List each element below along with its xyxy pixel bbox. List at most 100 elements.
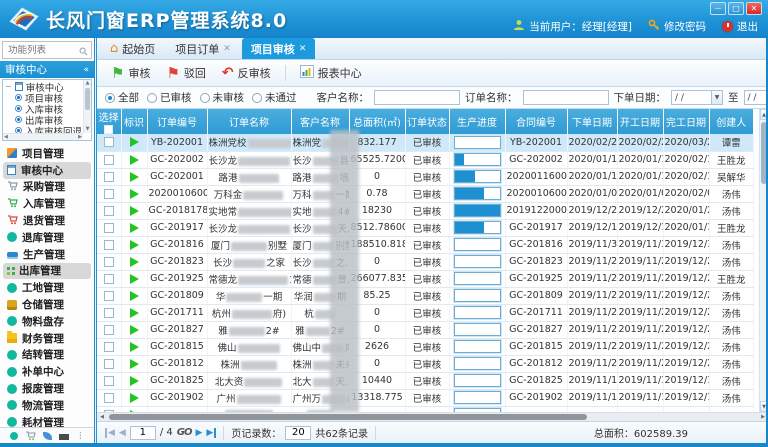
page-size-input[interactable]	[285, 426, 311, 440]
col-order-no[interactable]: 订单编号	[147, 109, 207, 134]
row-checkbox[interactable]	[104, 172, 114, 182]
sidebar-item-logistics-mgmt[interactable]: 物流管理	[0, 397, 94, 414]
sidebar-item-audit-center[interactable]: 审核中心	[3, 162, 91, 179]
row-checkbox[interactable]	[104, 155, 114, 165]
tab-close-icon[interactable]: ✕	[299, 44, 307, 54]
col-creator[interactable]: 创建人	[709, 109, 754, 134]
radio-unaudited[interactable]: 未审核	[200, 90, 245, 105]
dropdown-icon[interactable]: ▼	[711, 91, 722, 104]
row-checkbox[interactable]	[104, 206, 114, 216]
sidebar-item-finance-mgmt[interactable]: 财务管理	[0, 330, 94, 347]
tab-project-audit[interactable]: 项目审核✕	[242, 38, 316, 59]
last-page-button[interactable]: ▶	[206, 428, 216, 438]
sidebar-item-consumables-mgmt[interactable]: 耗材管理	[0, 414, 94, 427]
next-page-button[interactable]: ▶	[195, 428, 202, 438]
row-checkbox[interactable]	[104, 359, 114, 369]
sidebar-item-material-inventory[interactable]: 物料盘存	[0, 313, 94, 330]
tab-project-orders[interactable]: 项目订单✕	[166, 38, 240, 59]
tree-item-inbound-audit[interactable]: 入库审核	[5, 103, 82, 114]
sidebar-item-production-mgmt[interactable]: 生产管理	[0, 246, 94, 263]
table-row[interactable]: GC-201902广州广州万森林13318.775已审核GC-201902201…	[97, 389, 754, 406]
order-name-input[interactable]	[523, 90, 609, 105]
col-finish-date[interactable]: 完工日期	[663, 109, 709, 134]
hscrollbar-thumb[interactable]	[109, 414, 587, 420]
tab-close-icon[interactable]: ✕	[223, 44, 231, 54]
tree-item-project-audit[interactable]: 项目审核	[5, 92, 82, 103]
sidebar-item-carryover-mgmt[interactable]: 结转管理	[0, 347, 94, 364]
table-row[interactable]: GC-201823长沙之家长沙之..0已审核GC-2018232019/11/2…	[97, 253, 754, 270]
tree-root-audit-center[interactable]: − 审核中心	[5, 81, 82, 92]
row-checkbox[interactable]	[104, 393, 114, 403]
first-page-button[interactable]: ◀	[105, 428, 115, 438]
tree-vertical-scrollbar[interactable]: ▲▼	[83, 80, 91, 133]
order-date-from-picker[interactable]: / / ▼	[671, 90, 723, 105]
scroll-left-icon[interactable]: ◀	[97, 413, 107, 421]
audit-button[interactable]: ⚑审核	[105, 63, 156, 83]
row-checkbox[interactable]	[104, 291, 114, 301]
report-center-button[interactable]: 报表中心	[294, 63, 368, 83]
table-row[interactable]: GC-201925常德龙10常德景..266077.835..已审核GC-201…	[97, 270, 754, 287]
reject-button[interactable]: ⚑驳回	[160, 63, 211, 83]
row-checkbox[interactable]	[104, 342, 114, 352]
tree-item-outbound-audit[interactable]: 出库审核	[5, 114, 82, 125]
col-contract-no[interactable]: 合同编号	[505, 109, 567, 134]
minimize-button[interactable]: －	[710, 2, 726, 15]
table-row[interactable]: GC-201816厦门别墅厦门别墅188510.818已审核GC-2018162…	[97, 236, 754, 253]
leaf-icon[interactable]	[43, 432, 52, 440]
select-all-checkbox[interactable]	[104, 125, 113, 134]
col-customer-name[interactable]: 客户名称	[291, 109, 349, 134]
row-checkbox[interactable]	[104, 376, 114, 386]
row-checkbox[interactable]	[104, 325, 114, 335]
page-number-input[interactable]	[130, 426, 156, 440]
col-total-area[interactable]: 总面积(㎡)	[349, 109, 405, 134]
more-icon[interactable]: ⋮	[76, 432, 84, 440]
table-row[interactable]: GC-202001路港路港墙0已审核202001160012020/01/162…	[97, 168, 754, 185]
table-horizontal-scrollbar[interactable]: ◀ ▶	[97, 412, 768, 421]
radio-audited[interactable]: 已审核	[147, 90, 192, 105]
row-checkbox[interactable]	[104, 240, 114, 250]
sidebar-panel-header[interactable]: 审核中心 «	[0, 61, 94, 78]
table-row[interactable]: GC-201917长沙龙2#长沙天..8512.78600..已审核GC-201…	[97, 219, 754, 236]
sidebar-item-return-goods-mgmt[interactable]: 退货管理	[0, 212, 94, 229]
go-button[interactable]: GO	[177, 427, 192, 438]
order-date-to-picker[interactable]: / / ▼	[744, 90, 768, 105]
prev-page-button[interactable]: ◀	[119, 428, 126, 438]
sidebar-item-scrap-mgmt[interactable]: 报废管理	[0, 380, 94, 397]
sidebar-item-site-mgmt[interactable]: 工地管理	[0, 279, 94, 296]
function-search-input[interactable]	[6, 44, 79, 57]
col-order-name[interactable]: 订单名称	[207, 109, 291, 134]
table-row[interactable]: GC-201812株洲株洲未来0已审核GC-2018122019/11/2020…	[97, 355, 754, 372]
table-row[interactable]: GC-201827雅2#雅2#0已审核GC-2018272019/11/2020…	[97, 321, 754, 338]
row-checkbox[interactable]	[104, 274, 114, 284]
row-checkbox[interactable]	[104, 257, 114, 267]
row-checkbox[interactable]	[104, 189, 114, 199]
logout-button[interactable]: 退出	[722, 19, 758, 34]
tree-horizontal-scrollbar[interactable]: ◀▶	[3, 133, 83, 140]
table-row[interactable]: YB-202001株洲党校株洲党员..832.177已审核YB-20200120…	[97, 134, 754, 151]
cart-icon[interactable]	[25, 426, 36, 443]
table-row[interactable]: GC-201825北大资北大天..10440已审核GC-2018252019/1…	[97, 372, 754, 389]
table-row[interactable]: GC-202002长沙龙长沙县..65525.7200..已审核GC-20200…	[97, 151, 754, 168]
col-order-status[interactable]: 订单状态	[405, 109, 449, 134]
sidebar-item-supplement-center[interactable]: 补单中心	[0, 363, 94, 380]
col-start-date[interactable]: 开工日期	[617, 109, 663, 134]
change-password-button[interactable]: 修改密码	[648, 19, 706, 34]
sidebar-item-outbound-mgmt[interactable]: 出库管理	[3, 263, 91, 280]
customer-name-input[interactable]	[374, 90, 460, 105]
table-row[interactable]: GC-201809华一期华润期85.25已审核GC-2018092019/11/…	[97, 287, 754, 304]
sidebar-item-inbound-mgmt[interactable]: 入库管理	[0, 195, 94, 212]
table-row[interactable]: GC-201815佛山佛山中库2626已审核GC-2018152019/11/2…	[97, 338, 754, 355]
sidebar-item-warehouse-mgmt[interactable]: 仓储管理	[0, 296, 94, 313]
collapse-icon[interactable]: «	[83, 65, 89, 75]
table-row[interactable]: 20200106001万科金万科一期0.78已审核202001060012020…	[97, 185, 754, 202]
col-order-date[interactable]: 下单日期	[567, 109, 617, 134]
close-button[interactable]: ✕	[746, 2, 762, 15]
col-production-progress[interactable]: 生产进度	[449, 109, 505, 134]
table-row[interactable]: GC-201711杭州府)杭0已审核GC-2017112019/11/20201…	[97, 304, 754, 321]
tab-home[interactable]: ⌂起始页	[101, 38, 164, 59]
table-row[interactable]: GC-2018178实地常栋实地4#..18230已审核201912200022…	[97, 202, 754, 219]
sidebar-item-return-stock-mgmt[interactable]: 退库管理	[0, 229, 94, 246]
row-checkbox[interactable]	[104, 308, 114, 318]
radio-all[interactable]: 全部	[105, 90, 139, 105]
tree-expander-icon[interactable]: −	[5, 82, 12, 91]
